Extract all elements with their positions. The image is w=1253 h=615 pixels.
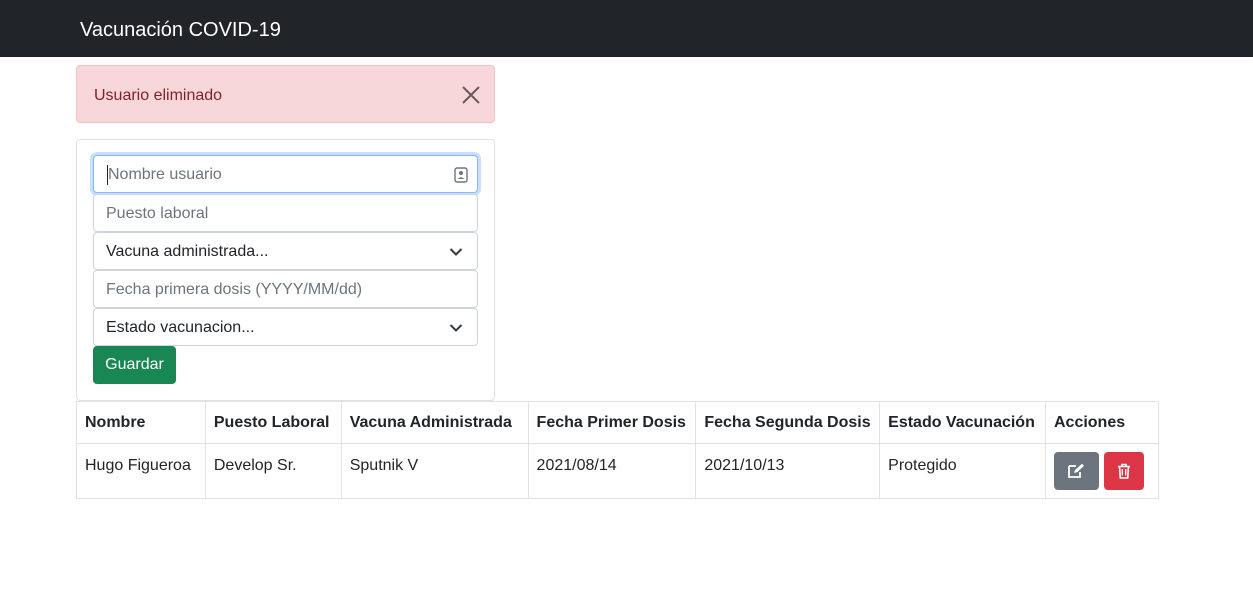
chevron-down-icon (449, 248, 463, 256)
table-row: Hugo Figueroa Develop Sr. Sputnik V 2021… (76, 443, 1160, 499)
header-fecha-segunda: Fecha Segunda Dosis (695, 401, 881, 444)
estado-select-value: Estado vacunacion... (106, 319, 255, 336)
table-header-row: Nombre Puesto Laboral Vacuna Administrad… (76, 401, 1160, 444)
puesto-laboral-placeholder: Puesto laboral (106, 205, 209, 222)
cell-estado: Protegido (879, 443, 1046, 499)
header-vacuna: Vacuna Administrada (340, 401, 529, 444)
cell-acciones (1044, 443, 1160, 499)
cell-vacuna: Sputnik V (340, 443, 529, 499)
header-estado: Estado Vacunación (879, 401, 1046, 444)
alert-message: Usuario eliminado (94, 87, 223, 104)
nombre-usuario-input[interactable]: Nombre usuario (93, 155, 478, 193)
estado-select[interactable]: Estado vacunacion... (93, 308, 478, 346)
delete-button[interactable] (1103, 452, 1144, 490)
edit-button[interactable] (1053, 452, 1099, 490)
header-nombre: Nombre (76, 401, 206, 444)
close-icon[interactable] (460, 84, 482, 106)
alert-deleted: Usuario eliminado (76, 65, 495, 123)
vacuna-select-value: Vacuna administrada... (106, 243, 269, 260)
header-fecha-primer: Fecha Primer Dosis (527, 401, 697, 444)
row-actions (1053, 452, 1150, 490)
cell-fecha-primer: 2021/08/14 (527, 443, 697, 499)
fecha-placeholder: Fecha primera dosis (YYYY/MM/dd) (106, 281, 363, 298)
contact-card-icon[interactable] (454, 167, 468, 183)
vacuna-select[interactable]: Vacuna administrada... (93, 232, 478, 270)
save-button[interactable]: Guardar (93, 346, 176, 384)
nombre-usuario-placeholder: Nombre usuario (108, 166, 222, 183)
fecha-primera-dosis-input[interactable]: Fecha primera dosis (YYYY/MM/dd) (93, 270, 478, 308)
cell-fecha-segunda: 2021/10/13 (695, 443, 881, 499)
puesto-laboral-input[interactable]: Puesto laboral (93, 194, 478, 232)
brand-title[interactable]: Vacunación COVID-19 (80, 18, 281, 42)
cell-nombre: Hugo Figueroa (76, 443, 206, 499)
cell-puesto: Develop Sr. (204, 443, 342, 499)
header-puesto: Puesto Laboral (204, 401, 342, 444)
users-table: Nombre Puesto Laboral Vacuna Administrad… (76, 401, 1160, 499)
edit-icon (1068, 463, 1085, 478)
trash-icon (1117, 463, 1130, 479)
header-acciones: Acciones (1044, 401, 1160, 444)
navbar: Vacunación COVID-19 (0, 0, 1253, 57)
chevron-down-icon (449, 324, 463, 332)
